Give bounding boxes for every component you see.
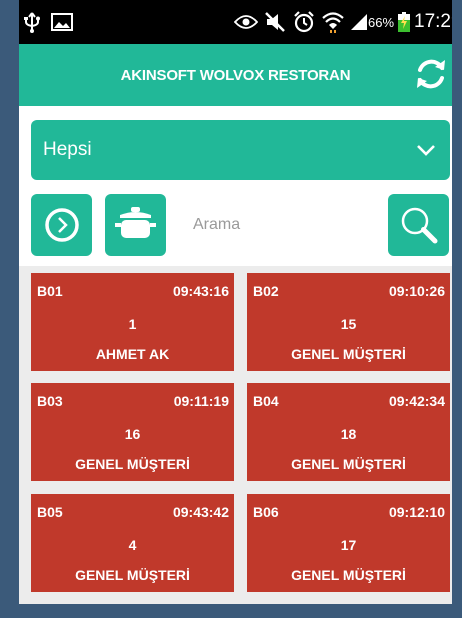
category-filter-select[interactable]: Hepsi	[31, 120, 450, 180]
table-code: B04	[253, 393, 279, 409]
table-time: 09:43:42	[172, 504, 229, 520]
table-card[interactable]: B03 09:11:19 16 GENEL MÜŞTERİ	[31, 383, 234, 481]
table-code: B06	[253, 504, 279, 520]
kitchen-button[interactable]	[105, 194, 166, 256]
arrow-right-circle-icon	[45, 208, 79, 242]
alarm-icon	[292, 0, 316, 44]
table-code: B01	[37, 283, 63, 299]
search-input[interactable]	[179, 194, 376, 256]
table-card[interactable]: B02 09:10:26 15 GENEL MÜŞTERİ	[247, 273, 450, 371]
eye-icon	[234, 0, 258, 44]
table-customer: AHMET AK	[95, 346, 170, 362]
pot-icon	[115, 207, 156, 238]
table-time: 09:11:19	[173, 393, 229, 409]
filter-selected-value: Hepsi	[43, 139, 92, 160]
table-time: 09:42:34	[388, 393, 445, 409]
table-card[interactable]: B04 09:42:34 18 GENEL MÜŞTERİ	[247, 383, 450, 481]
table-customer: GENEL MÜŞTERİ	[75, 567, 190, 583]
signal-icon	[350, 0, 368, 44]
battery-percent: 66%	[368, 14, 395, 30]
table-count: 1	[128, 316, 137, 332]
app-screen: 66% 17:29 AKINSOFT WOLVOX RESTORAN Hepsi	[19, 0, 452, 604]
table-customer: GENEL MÜŞTERİ	[75, 456, 190, 472]
table-count: 17	[340, 537, 357, 553]
table-code: B05	[37, 504, 63, 520]
battery-charging-icon	[398, 0, 410, 44]
image-icon	[51, 0, 73, 44]
refresh-button[interactable]	[411, 54, 451, 94]
next-button[interactable]	[31, 194, 92, 256]
table-customer: GENEL MÜŞTERİ	[291, 346, 406, 362]
status-bar: 66% 17:29	[19, 0, 452, 44]
mute-icon	[264, 0, 286, 44]
search-button[interactable]	[388, 194, 449, 256]
table-code: B03	[37, 393, 63, 409]
table-count: 15	[340, 316, 357, 332]
clock: 17:29	[414, 11, 452, 32]
chevron-down-icon	[417, 145, 435, 156]
table-count: 16	[124, 426, 141, 442]
table-count: 4	[128, 537, 137, 553]
app-title: AKINSOFT WOLVOX RESTORAN	[120, 66, 351, 84]
table-time: 09:12:10	[388, 504, 445, 520]
refresh-icon	[417, 59, 445, 89]
table-card[interactable]: B05 09:43:42 4 GENEL MÜŞTERİ	[31, 494, 234, 592]
table-time: 09:10:26	[388, 283, 445, 299]
usb-icon	[23, 0, 41, 44]
search-icon	[401, 207, 438, 244]
wifi-icon	[321, 0, 345, 44]
table-card[interactable]: B06 09:12:10 17 GENEL MÜŞTERİ	[247, 494, 450, 592]
table-time: 09:43:16	[172, 283, 229, 299]
table-count: 18	[340, 426, 357, 442]
table-code: B02	[253, 283, 279, 299]
table-card[interactable]: B01 09:43:16 1 AHMET AK	[31, 273, 234, 371]
app-header: AKINSOFT WOLVOX RESTORAN	[19, 44, 452, 106]
table-customer: GENEL MÜŞTERİ	[291, 456, 406, 472]
table-customer: GENEL MÜŞTERİ	[291, 567, 406, 583]
